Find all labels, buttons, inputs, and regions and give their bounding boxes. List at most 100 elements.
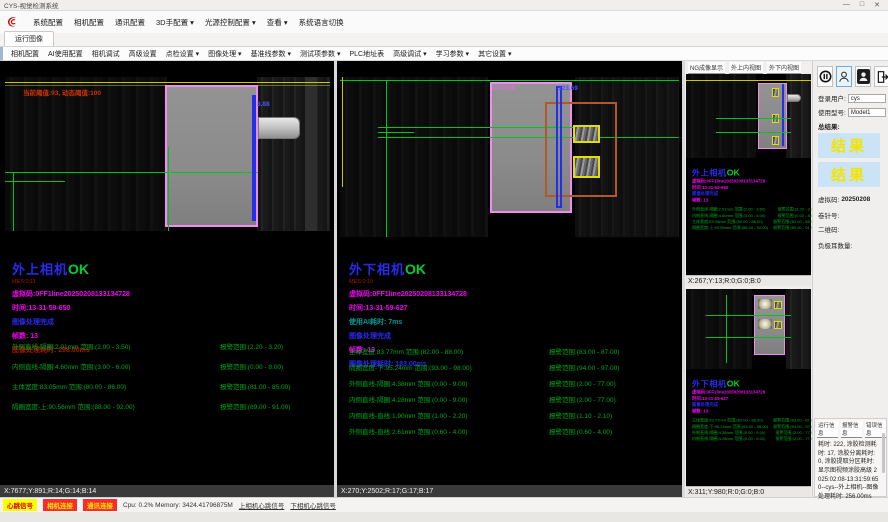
exit-door-icon (876, 70, 888, 84)
overlay-line (5, 82, 330, 83)
camera-name: 外下相机 (349, 262, 405, 277)
tool-learning-params[interactable]: 学习参数 ▾ (436, 49, 469, 59)
thumbnail-upper[interactable]: 外上相机OK 虚拟码:0FF1line20250208133134728 时间:… (686, 74, 811, 286)
thumbnail-tabs: NG成像显示 外上内视图 外下内视图 (685, 61, 812, 74)
exit-button[interactable] (874, 66, 888, 87)
overlay-line (342, 77, 343, 187)
menu-comm-config[interactable]: 通讯配置 (115, 17, 145, 28)
overlay-line (716, 118, 791, 119)
tab-detect-box (573, 156, 600, 178)
tab-detect-box (573, 125, 600, 143)
process-done-text: 图像处理完成 (349, 331, 467, 341)
tool-plc-address[interactable]: PLC地址表 (350, 49, 385, 59)
tool-other-settings[interactable]: 其它设置 ▾ (478, 49, 511, 59)
user-login-button[interactable] (836, 66, 852, 87)
pixel-coordinate-bar: X:270;Y:2502;R:17;G:17;B:17 (337, 485, 682, 497)
close-button[interactable]: ✕ (874, 1, 880, 9)
pixel-coordinate-bar: X:267;Y:13;R:0;G:0;B:0 (686, 275, 811, 286)
pause-button[interactable] (817, 66, 833, 87)
camera-panel-upper: 当前阈值:93, 动态阈值:100 3.88 外上相机OK MES:0:11 虚… (0, 61, 334, 497)
menu-system-config[interactable]: 系统配置 (33, 17, 63, 28)
machinery-highlight (305, 77, 317, 231)
measurement-row: 外侧直线-直线:2.61mm 范围:(0.60 - 4.00) 报警范围:(0.… (349, 426, 676, 436)
measurement-row: 隔圈宽度-下:95.24mm 范围:(93.00 - 98.00) 报警范围:(… (349, 362, 676, 372)
tool-test-params[interactable]: 测试项参数 ▾ (300, 49, 340, 59)
camera-view-upper[interactable]: 当前阈值:93, 动态阈值:100 3.88 (5, 77, 330, 231)
menu-3d-config[interactable]: 3D手配置 ▾ (156, 17, 194, 28)
measurement-row: 内侧直线-隔圈:4.60mm 范围:(3.00 - 6.00) 报警范围:(0.… (12, 361, 328, 371)
barcode-label: 虚拟码: (818, 194, 839, 204)
camera-name: 外下相机 (692, 379, 727, 388)
barcode-text: 虚拟码:0FF1line20250208133134728 (349, 289, 467, 299)
menu-language-switch[interactable]: 系统语言切换 (299, 17, 344, 28)
log-tab-alarm[interactable]: 报警信息 (841, 421, 862, 438)
window-title: CYS-视觉检测系统 (4, 0, 843, 10)
measure-marker (782, 84, 784, 146)
overlay-line (5, 181, 65, 182)
tool-spotcheck-settings[interactable]: 点检设置 ▾ (166, 49, 199, 59)
tab-upper-view[interactable]: 外上内视图 (729, 62, 763, 74)
log-tab-run[interactable]: 运行信息 (817, 421, 838, 438)
title-bar: CYS-视觉检测系统 — □ ✕ (0, 0, 888, 11)
barcode-value: 20250208 (841, 196, 870, 203)
tab-run-image[interactable]: 运行图像 (4, 31, 54, 46)
maximize-button[interactable]: □ (860, 1, 864, 9)
tab-blob (758, 319, 772, 329)
footer-strip (0, 512, 888, 522)
tool-camera-config[interactable]: 相机配置 (11, 49, 39, 59)
tool-image-processing[interactable]: 图像处理 ▾ (208, 49, 241, 59)
menu-light-config[interactable]: 光源控制配置 ▾ (205, 17, 256, 28)
threshold-overlay-text: 当前阈值:93, 动态阈值:100 (23, 87, 101, 97)
thumbnail-lower[interactable]: 外下相机OK 虚拟码:0FF1line20250208133134728 时间:… (686, 289, 811, 497)
user-manage-button[interactable] (855, 66, 871, 87)
tool-ai-config[interactable]: AI使用配置 (48, 49, 83, 59)
result-ok: OK (727, 167, 740, 177)
camera-name: 外上相机 (692, 168, 727, 177)
menu-camera-config[interactable]: 相机配置 (74, 17, 104, 28)
overlay-line (386, 80, 387, 237)
log-scrollbar[interactable] (882, 433, 885, 473)
measurement-row: 主体宽度:83.05mm 范围:(80.00 - 86.00) 报警范围:(81… (12, 381, 328, 391)
comm-connect-badge: 通讯连接 (83, 499, 117, 511)
model-field[interactable]: Model1 (848, 108, 886, 117)
measurement-row: 隔圈宽度-上:90.56mm 范围:(88.00 - 92.00) 报警范围:(… (12, 401, 328, 411)
result-ok: OK (727, 378, 740, 388)
overlay-line (706, 337, 791, 338)
tab-count-label: 负极耳数量: (818, 240, 852, 250)
tab-ng-display[interactable]: NG成像显示 (688, 62, 725, 74)
measurement-row: 外侧直线-隔圈:4.38mm 范围:(0.00 - 9.00) 报警范围:(2.… (349, 378, 676, 388)
mes-status: MES:0:10 (349, 279, 467, 285)
model-label: 使用型号: (818, 107, 846, 117)
tab-detect-box (774, 321, 782, 329)
user-badge-icon (857, 69, 870, 84)
minimize-button[interactable]: — (843, 1, 850, 9)
tab-pin (258, 117, 300, 139)
overlay-line (378, 137, 679, 138)
tool-camera-debug[interactable]: 相机调试 (92, 49, 120, 59)
measurement-row: 内侧直线-直线:1.90mm 范围:(1.00 - 2.20) 报警范围:(1.… (349, 410, 676, 420)
tab-lower-view[interactable]: 外下内视图 (767, 62, 801, 74)
tab-detect-box (772, 88, 779, 97)
menu-view[interactable]: 查看 ▾ (267, 17, 288, 28)
tool-advanced-debug[interactable]: 高级调试 ▾ (393, 49, 426, 59)
camera-view-lower[interactable]: AI检测框 123.69 (340, 77, 679, 237)
result-badge-lower: 结果 (818, 162, 880, 187)
upper-camera-heartbeat-link[interactable]: 上相机心跳信号 (239, 500, 285, 510)
login-user-field[interactable]: cys (848, 94, 886, 103)
tool-advanced-settings[interactable]: 高级设置 (129, 49, 157, 59)
toolbar: 相机配置 AI使用配置 相机调试 高级设置 点检设置 ▾ 图像处理 ▾ 基准线参… (0, 47, 888, 61)
log-text: 耗时: 222, 涂胶检测耗时: 17, 涂胶分离耗时: 0, 涂胶提取分区耗时… (815, 439, 886, 502)
pixel-coordinate-bar: X:311;Y:980;R:0;G:0;B:0 (686, 486, 811, 497)
tool-baseline-params[interactable]: 基准线参数 ▾ (251, 49, 291, 59)
measurement-row: 外侧直线-隔圈:2.91mm 范围:(2.00 - 3.50) 报警范围:(2.… (12, 341, 328, 351)
thumbnail-column: NG成像显示 外上内视图 外下内视图 外上相机OK 虚拟码:0FF1li (685, 61, 812, 497)
overlay-line (168, 147, 169, 231)
qr-code-label: 二维码: (818, 224, 839, 234)
barcode-row: 虚拟码: 20250208 (818, 194, 870, 204)
overlay-line (340, 80, 679, 81)
lower-camera-heartbeat-link[interactable]: 下相机心跳信号 (290, 500, 336, 510)
overlay-line (726, 295, 727, 363)
tab-detect-box (772, 136, 779, 145)
overlay-line (716, 132, 791, 133)
value-overlay-text: 123.69 (558, 85, 578, 92)
